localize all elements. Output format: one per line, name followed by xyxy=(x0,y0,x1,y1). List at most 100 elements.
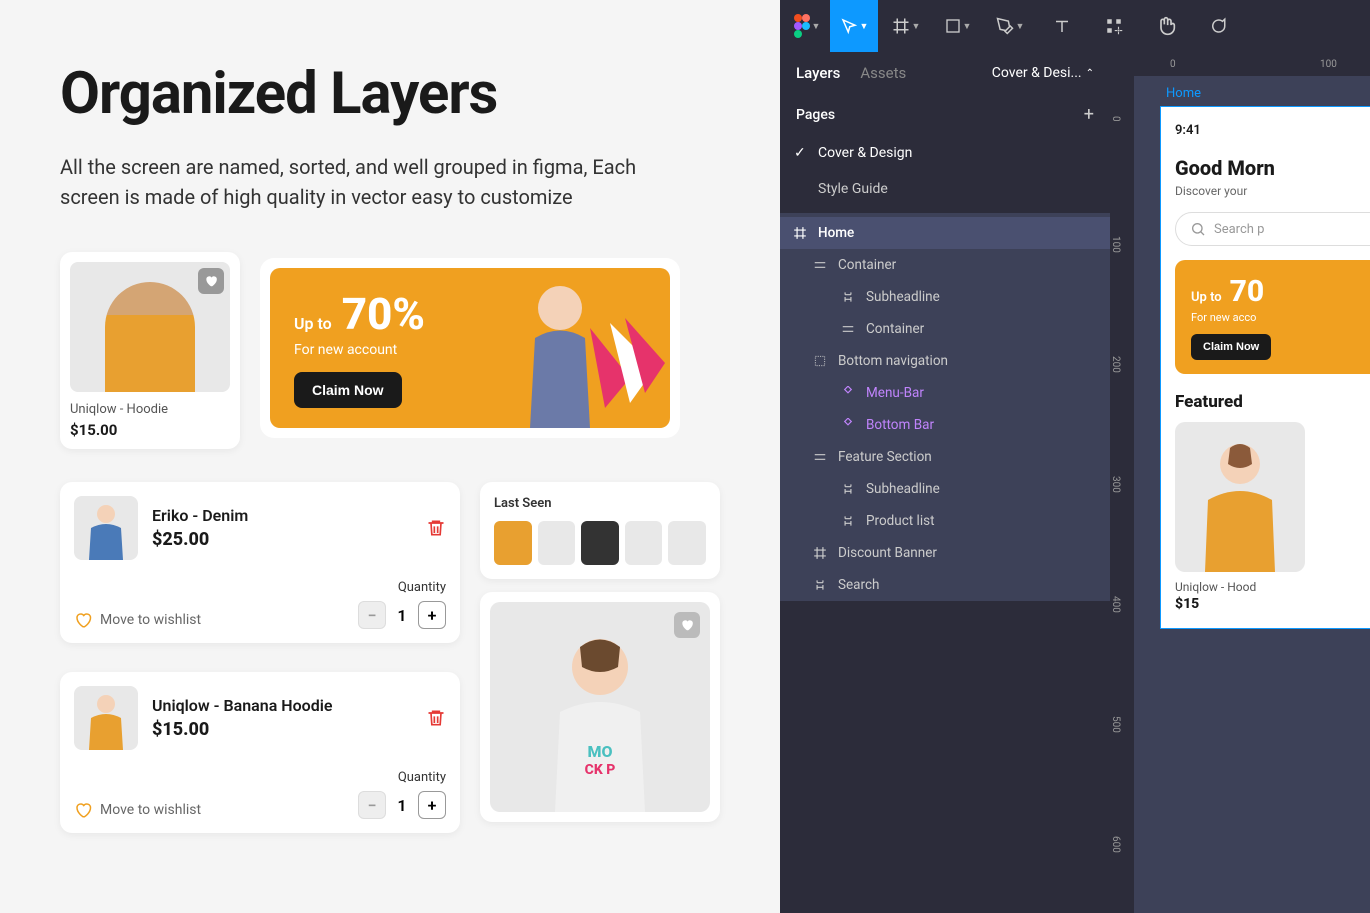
product-price: $15 xyxy=(1175,596,1370,612)
quantity-label: Quantity xyxy=(358,580,446,595)
comment-tool-icon[interactable] xyxy=(1194,0,1242,52)
figma-editor: ▼ ▼ ▼ ▼ ▼ Layers xyxy=(780,0,1370,913)
text-icon xyxy=(840,289,856,305)
qty-decrease-button[interactable]: − xyxy=(358,601,386,629)
cart-item-price: $25.00 xyxy=(152,529,412,550)
layer-row[interactable]: Container xyxy=(780,313,1110,345)
trash-icon[interactable] xyxy=(426,708,446,728)
autolayout-icon xyxy=(812,257,828,273)
layer-label: Feature Section xyxy=(838,449,932,465)
featured-heading: Featured xyxy=(1175,392,1370,412)
product-price: $15.00 xyxy=(70,421,230,439)
last-seen-thumb[interactable] xyxy=(581,521,619,565)
ruler-horizontal: 0 100 xyxy=(1110,52,1370,76)
quantity-value: 1 xyxy=(394,796,410,815)
promo-banner[interactable]: Up to 70 For new acco Claim Now xyxy=(1175,260,1370,374)
qty-increase-button[interactable]: + xyxy=(418,601,446,629)
product-image xyxy=(1175,422,1305,572)
tab-layers[interactable]: Layers xyxy=(796,64,840,82)
resources-tool-icon[interactable] xyxy=(1090,0,1138,52)
add-page-icon[interactable]: + xyxy=(1084,104,1094,125)
file-name-dropdown[interactable]: Cover & Desi... ⌃ xyxy=(992,65,1094,81)
move-to-wishlist-button[interactable]: Move to wishlist xyxy=(74,611,201,629)
last-seen-thumb[interactable] xyxy=(668,521,706,565)
ruler-vertical: 0 100 200 300 400 500 600 xyxy=(1110,76,1134,913)
search-input[interactable]: Search p xyxy=(1175,212,1370,246)
last-seen-thumb[interactable] xyxy=(625,521,663,565)
layer-row[interactable]: Feature Section xyxy=(780,441,1110,473)
last-seen-title: Last Seen xyxy=(494,496,706,511)
product-name: Uniqlow - Hoodie xyxy=(70,402,230,417)
product-card-kid[interactable]: MOCK P xyxy=(480,592,720,822)
cart-item-name: Uniqlow - Banana Hoodie xyxy=(152,696,412,715)
heart-icon xyxy=(74,611,92,629)
trash-icon[interactable] xyxy=(426,518,446,538)
promo-upto-label: Up to xyxy=(294,314,332,333)
last-seen-thumb[interactable] xyxy=(494,521,532,565)
featured-product[interactable]: Uniqlow - Hood $15 xyxy=(1175,422,1370,612)
layer-row[interactable]: Menu-Bar xyxy=(780,377,1110,409)
cart-item: Eriko - Denim $25.00 Move to wishlist Qu… xyxy=(60,482,460,643)
layer-label: Search xyxy=(838,577,879,593)
promo-banner: Up to 70% For new account Claim Now xyxy=(260,258,680,438)
pen-tool-icon[interactable]: ▼ xyxy=(986,0,1034,52)
check-icon: ✓ xyxy=(794,145,806,161)
favorite-icon[interactable] xyxy=(198,268,224,294)
layer-row[interactable]: Subheadline xyxy=(780,473,1110,505)
text-icon xyxy=(812,577,828,593)
text-icon xyxy=(840,513,856,529)
search-icon xyxy=(1190,221,1206,237)
page-item-cover-design[interactable]: ✓ Cover & Design xyxy=(780,135,1110,171)
wishlist-label: Move to wishlist xyxy=(100,802,201,818)
last-seen-thumb[interactable] xyxy=(538,521,576,565)
product-image: MOCK P xyxy=(490,602,710,812)
frame-label[interactable]: Home xyxy=(1166,86,1201,101)
layer-row[interactable]: Search xyxy=(780,569,1110,601)
tab-assets[interactable]: Assets xyxy=(860,64,906,82)
figma-menu-icon[interactable]: ▼ xyxy=(788,0,826,52)
move-to-wishlist-button[interactable]: Move to wishlist xyxy=(74,801,201,819)
layer-label: Discount Banner xyxy=(838,545,937,561)
claim-now-button[interactable]: Claim Now xyxy=(1191,334,1271,360)
page-subtitle: All the screen are named, sorted, and we… xyxy=(60,152,660,212)
layer-label: Container xyxy=(866,321,924,337)
frame-tool-icon[interactable]: ▼ xyxy=(882,0,930,52)
figma-toolbar: ▼ ▼ ▼ ▼ ▼ xyxy=(780,0,1370,52)
layer-label: Subheadline xyxy=(866,289,940,305)
text-icon xyxy=(840,481,856,497)
layer-row[interactable]: Product list xyxy=(780,505,1110,537)
artboard-home[interactable]: 9:41 Good Morn Discover your Search p Up… xyxy=(1160,106,1370,629)
layer-row[interactable]: Subheadline xyxy=(780,281,1110,313)
layer-row[interactable]: Container xyxy=(780,249,1110,281)
wishlist-label: Move to wishlist xyxy=(100,612,201,628)
frame-icon xyxy=(792,225,808,241)
page-item-style-guide[interactable]: Style Guide xyxy=(780,171,1110,207)
layer-label: Bottom Bar xyxy=(866,417,934,433)
layer-row[interactable]: Bottom navigation xyxy=(780,345,1110,377)
qty-increase-button[interactable]: + xyxy=(418,791,446,819)
favorite-icon[interactable] xyxy=(674,612,700,638)
figma-canvas[interactable]: 0 100 0 100 200 300 400 500 600 Home 9:4… xyxy=(1110,52,1370,913)
hand-tool-icon[interactable] xyxy=(1142,0,1190,52)
layer-label: Menu-Bar xyxy=(866,385,924,401)
cart-item: Uniqlow - Banana Hoodie $15.00 Move to w… xyxy=(60,672,460,833)
component-icon xyxy=(840,417,856,433)
claim-now-button[interactable]: Claim Now xyxy=(294,372,402,408)
layer-label: Bottom navigation xyxy=(838,353,948,369)
text-tool-icon[interactable] xyxy=(1038,0,1086,52)
rectangle-tool-icon[interactable]: ▼ xyxy=(934,0,982,52)
quantity-label: Quantity xyxy=(358,770,446,785)
layer-label: Home xyxy=(818,225,854,241)
layer-row[interactable]: Home xyxy=(780,217,1110,249)
layer-row[interactable]: Discount Banner xyxy=(780,537,1110,569)
move-tool-icon[interactable]: ▼ xyxy=(830,0,878,52)
product-image xyxy=(70,262,230,392)
promo-percentage: 70 xyxy=(1230,274,1265,309)
product-card[interactable]: Uniqlow - Hoodie $15.00 xyxy=(60,252,240,449)
layer-row[interactable]: Bottom Bar xyxy=(780,409,1110,441)
layer-label: Product list xyxy=(866,513,935,529)
qty-decrease-button[interactable]: − xyxy=(358,791,386,819)
product-name: Uniqlow - Hood xyxy=(1175,580,1370,594)
layers-panel: Layers Assets Cover & Desi... ⌃ Pages + … xyxy=(780,52,1110,913)
svg-text:CK P: CK P xyxy=(585,762,616,778)
